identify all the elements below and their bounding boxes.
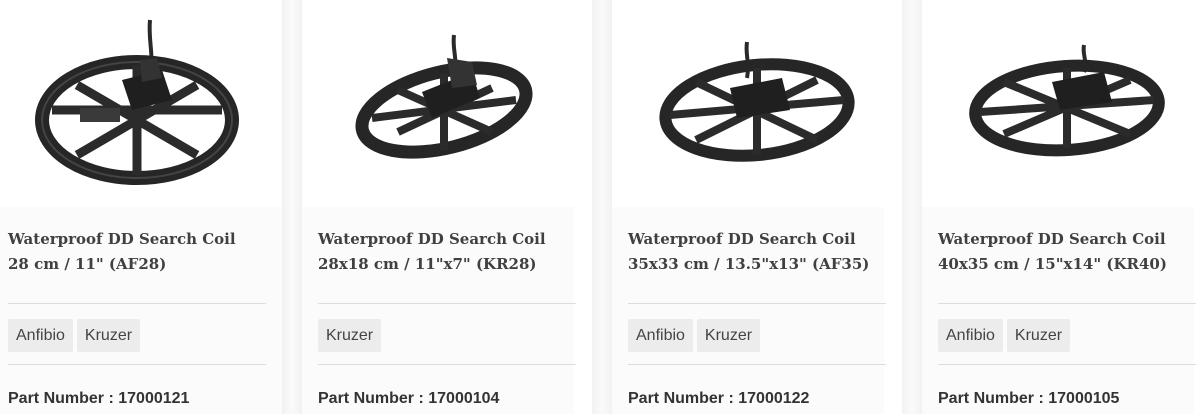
tag-kruzer[interactable]: Kruzer [1006, 319, 1071, 352]
tag-list: Kruzer [318, 319, 382, 352]
product-card[interactable]: Waterproof DD Search Coil 28 cm / 11" (A… [0, 0, 282, 414]
product-image[interactable] [0, 0, 282, 207]
tag-kruzer[interactable]: Kruzer [696, 319, 761, 352]
divider [938, 364, 1196, 365]
tag-anfibio[interactable]: Anfibio [628, 319, 693, 352]
divider [8, 364, 266, 365]
product-title[interactable]: Waterproof DD Search Coil 40x35 cm / 15"… [938, 227, 1188, 277]
product-title-line[interactable]: 35x33 cm / 13.5"x13" (AF35) [628, 252, 878, 277]
product-title-line[interactable]: Waterproof DD Search Coil [318, 227, 568, 252]
part-number: Part Number : 17000122 [628, 390, 810, 407]
product-grid: Waterproof DD Search Coil 28 cm / 11" (A… [0, 0, 1200, 414]
tag-list: Anfibio Kruzer [628, 319, 761, 352]
product-image[interactable] [922, 0, 1194, 207]
product-info: Waterproof DD Search Coil 28x18 cm / 11"… [302, 207, 576, 414]
product-info: Waterproof DD Search Coil 28 cm / 11" (A… [0, 207, 282, 414]
part-number: Part Number : 17000104 [318, 390, 500, 407]
grid-gutter [282, 0, 302, 414]
product-card[interactable]: Waterproof DD Search Coil 40x35 cm / 15"… [922, 0, 1196, 414]
grid-gutter [592, 0, 612, 414]
product-title-line[interactable]: 40x35 cm / 15"x14" (KR40) [938, 252, 1188, 277]
divider [628, 303, 886, 304]
product-title-line[interactable]: Waterproof DD Search Coil [628, 227, 878, 252]
divider [318, 364, 576, 365]
product-title[interactable]: Waterproof DD Search Coil 28x18 cm / 11"… [318, 227, 568, 277]
product-title[interactable]: Waterproof DD Search Coil 35x33 cm / 13.… [628, 227, 878, 277]
divider [628, 364, 886, 365]
product-image[interactable] [302, 0, 574, 207]
divider [8, 303, 266, 304]
product-info: Waterproof DD Search Coil 40x35 cm / 15"… [922, 207, 1196, 414]
grid-gutter [902, 0, 922, 414]
tag-list: Anfibio Kruzer [938, 319, 1071, 352]
product-info: Waterproof DD Search Coil 35x33 cm / 13.… [612, 207, 886, 414]
tag-anfibio[interactable]: Anfibio [8, 319, 73, 352]
part-number: Part Number : 17000105 [938, 390, 1120, 407]
product-card[interactable]: Waterproof DD Search Coil 35x33 cm / 13.… [612, 0, 886, 414]
product-title-line[interactable]: Waterproof DD Search Coil [938, 227, 1188, 252]
divider [318, 303, 576, 304]
tag-kruzer[interactable]: Kruzer [76, 319, 141, 352]
product-title[interactable]: Waterproof DD Search Coil 28 cm / 11" (A… [8, 227, 258, 277]
tag-anfibio[interactable]: Anfibio [938, 319, 1003, 352]
product-title-line[interactable]: Waterproof DD Search Coil [8, 227, 258, 252]
tag-kruzer[interactable]: Kruzer [318, 319, 382, 352]
product-image[interactable] [612, 0, 884, 207]
product-title-line[interactable]: 28x18 cm / 11"x7" (KR28) [318, 252, 568, 277]
divider [938, 303, 1196, 304]
tag-list: Anfibio Kruzer [8, 319, 141, 352]
part-number: Part Number : 17000121 [8, 390, 190, 407]
product-card[interactable]: Waterproof DD Search Coil 28x18 cm / 11"… [302, 0, 576, 414]
product-title-line[interactable]: 28 cm / 11" (AF28) [8, 252, 258, 277]
